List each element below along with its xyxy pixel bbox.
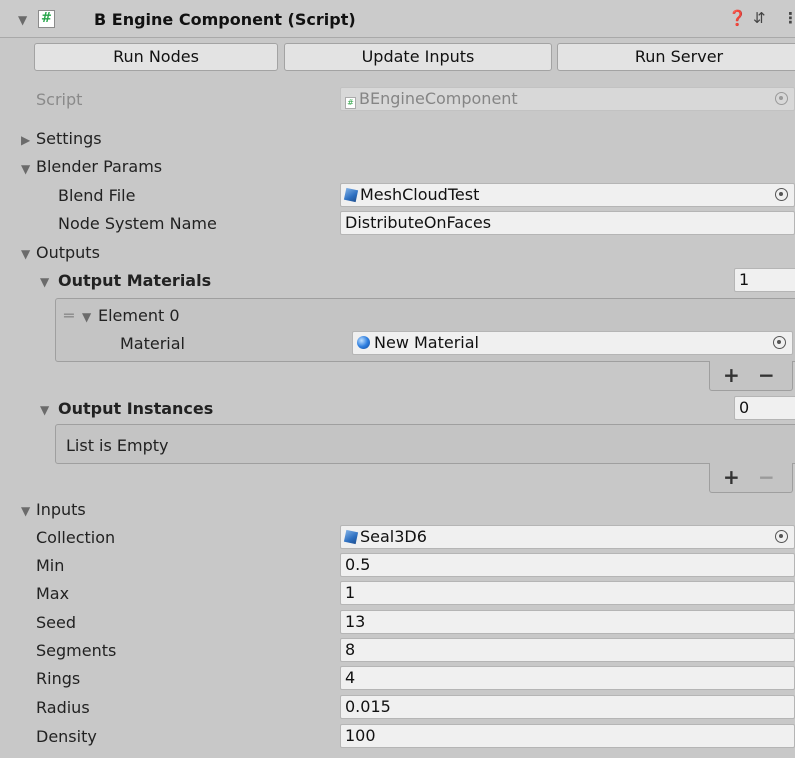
- inputs-foldout[interactable]: Inputs: [36, 500, 86, 519]
- blender-params-foldout[interactable]: Blender Params: [36, 157, 162, 176]
- remove-element-button: −: [758, 465, 775, 489]
- output-materials-foldout[interactable]: Output Materials: [58, 271, 211, 290]
- material-field[interactable]: New Material: [352, 331, 793, 355]
- update-inputs-button[interactable]: Update Inputs: [284, 43, 552, 71]
- mesh-object-icon: [343, 187, 359, 203]
- input-label-min: Min: [36, 556, 65, 575]
- input-field-min[interactable]: 0.5: [340, 553, 795, 577]
- blender-params-foldout-arrow[interactable]: ▼: [21, 162, 30, 176]
- input-field-segments[interactable]: 8: [340, 638, 795, 662]
- input-field-radius[interactable]: 0.015: [340, 695, 795, 719]
- outputs-foldout[interactable]: Outputs: [36, 243, 100, 262]
- input-field-density[interactable]: 100: [340, 724, 795, 748]
- object-picker-icon[interactable]: [775, 188, 788, 201]
- material-label: Material: [120, 334, 185, 353]
- object-picker-icon: [775, 92, 788, 105]
- remove-element-button[interactable]: −: [758, 363, 775, 387]
- input-field-collection[interactable]: Seal3D6: [340, 525, 795, 549]
- object-picker-icon[interactable]: [773, 336, 786, 349]
- input-label-collection: Collection: [36, 528, 116, 547]
- script-label: Script: [36, 90, 83, 109]
- blend-file-value: MeshCloudTest: [360, 185, 480, 204]
- outputs-foldout-arrow[interactable]: ▼: [21, 247, 30, 261]
- output-instances-foldout[interactable]: Output Instances: [58, 399, 213, 418]
- inspector-panel: ▼ # B Engine Component (Script) ❓ ⇵ ⋮ Ru…: [0, 0, 795, 758]
- script-enabled-checkbox[interactable]: #: [38, 10, 55, 28]
- output-instances-list-footer: + −: [709, 463, 793, 493]
- input-label-segments: Segments: [36, 641, 117, 660]
- run-server-button[interactable]: Run Server: [557, 43, 795, 71]
- blend-file-field[interactable]: MeshCloudTest: [340, 183, 795, 207]
- add-element-button[interactable]: +: [723, 465, 740, 489]
- input-field-seed[interactable]: 13: [340, 610, 795, 634]
- node-system-name-field[interactable]: DistributeOnFaces: [340, 211, 795, 235]
- script-file-icon: #: [345, 97, 356, 109]
- more-icon[interactable]: ⋮: [783, 9, 795, 27]
- settings-foldout[interactable]: Settings: [36, 129, 102, 148]
- input-label-seed: Seed: [36, 613, 76, 632]
- add-element-button[interactable]: +: [723, 363, 740, 387]
- script-value: BEngineComponent: [359, 89, 518, 108]
- input-field-rings[interactable]: 4: [340, 666, 795, 690]
- output-materials-size-field[interactable]: 1: [734, 268, 795, 292]
- inputs-foldout-arrow[interactable]: ▼: [21, 504, 30, 518]
- component-foldout-arrow[interactable]: ▼: [18, 13, 27, 27]
- element-0-foldout[interactable]: Element 0: [98, 306, 180, 325]
- settings-foldout-arrow[interactable]: ▶: [21, 133, 30, 147]
- input-field-max[interactable]: 1: [340, 581, 795, 605]
- blend-file-label: Blend File: [58, 186, 136, 205]
- script-field: # BEngineComponent: [340, 87, 795, 111]
- output-instances-list: List is Empty: [55, 424, 795, 464]
- component-title: B Engine Component (Script): [94, 10, 356, 29]
- material-value: New Material: [374, 333, 479, 352]
- collection-object-icon: [343, 529, 359, 545]
- element-foldout-arrow[interactable]: ▼: [82, 310, 91, 324]
- material-icon: [357, 336, 370, 349]
- input-label-rings: Rings: [36, 669, 81, 688]
- input-label-radius: Radius: [36, 698, 90, 717]
- preset-icon[interactable]: ⇵: [753, 9, 766, 27]
- output-instances-size-field[interactable]: 0: [734, 396, 795, 420]
- list-empty-text: List is Empty: [66, 436, 169, 455]
- drag-handle-icon[interactable]: ═: [64, 306, 74, 325]
- output-materials-list-footer: + −: [709, 361, 793, 391]
- run-nodes-button[interactable]: Run Nodes: [34, 43, 278, 71]
- help-icon[interactable]: ❓: [728, 9, 747, 27]
- input-label-density: Density: [36, 727, 97, 746]
- object-picker-icon[interactable]: [775, 530, 788, 543]
- input-value-collection: Seal3D6: [360, 527, 427, 546]
- input-label-max: Max: [36, 584, 70, 603]
- component-header[interactable]: ▼ # B Engine Component (Script) ❓ ⇵ ⋮: [0, 0, 795, 38]
- output-instances-foldout-arrow[interactable]: ▼: [40, 403, 49, 417]
- node-system-name-label: Node System Name: [58, 214, 217, 233]
- output-materials-foldout-arrow[interactable]: ▼: [40, 275, 49, 289]
